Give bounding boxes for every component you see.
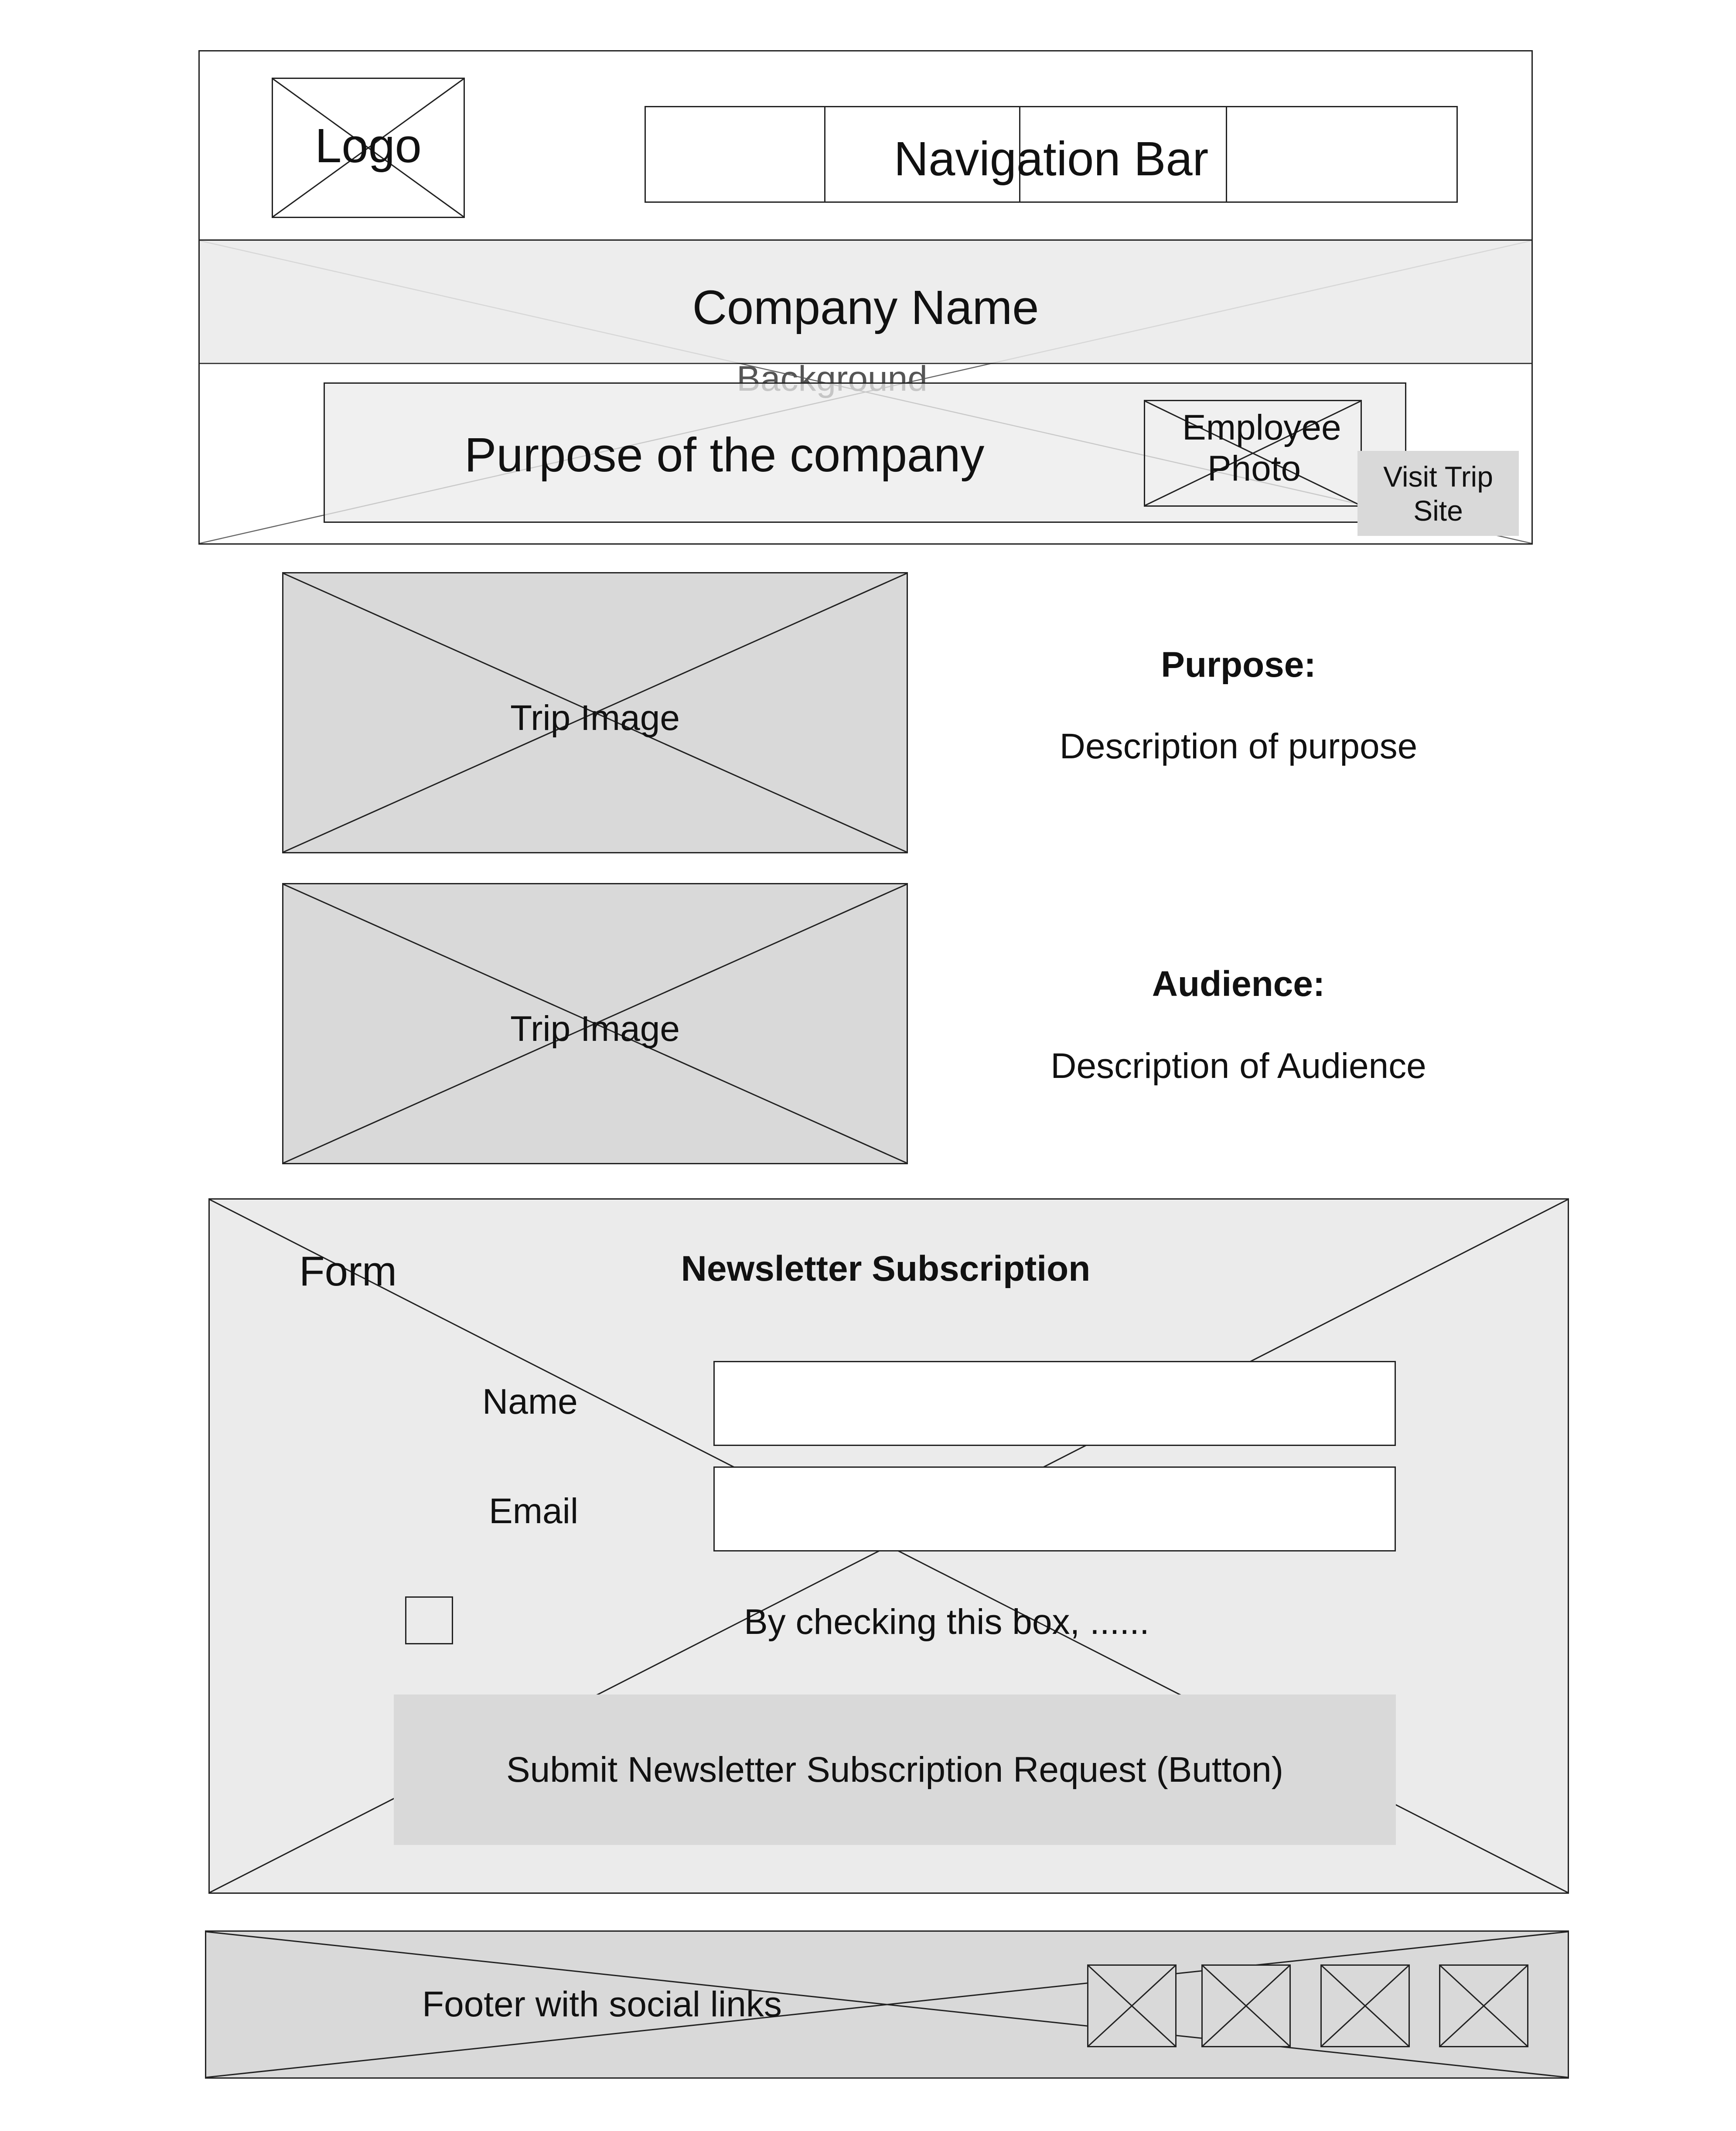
email-label: Email xyxy=(489,1491,579,1531)
consent-text: By checking this box, ...... xyxy=(744,1602,1149,1642)
trip-image-1: Trip Image xyxy=(282,572,908,853)
trip-image-label: Trip Image xyxy=(510,698,680,738)
purpose-of-company: Purpose of the company xyxy=(464,428,985,482)
employee-photo-placeholder: Employee Photo xyxy=(1144,400,1362,507)
employee-photo-label: Employee Photo xyxy=(1182,408,1341,488)
audience-heading: Audience: xyxy=(1152,964,1325,1004)
submit-subscription-button[interactable]: Submit Newsletter Subscription Request (… xyxy=(394,1695,1396,1845)
form-title: Newsletter Subscription xyxy=(681,1249,1091,1289)
trip-image-2: Trip Image xyxy=(282,883,908,1164)
social-icon[interactable] xyxy=(1201,1964,1291,2047)
newsletter-form: Form Newsletter Subscription Name Email … xyxy=(208,1198,1569,1894)
audience-description: Description of Audience xyxy=(1050,1046,1426,1086)
navigation-bar-label: Navigation Bar xyxy=(894,132,1209,186)
name-input[interactable] xyxy=(713,1361,1396,1446)
hero-section: Company Name Background Purpose of the c… xyxy=(198,239,1533,545)
consent-checkbox[interactable] xyxy=(405,1596,453,1644)
footer-label: Footer with social links xyxy=(422,1984,782,2024)
navigation-bar[interactable]: Navigation Bar xyxy=(645,106,1458,203)
purpose-description: Description of purpose xyxy=(1059,726,1418,766)
social-icon[interactable] xyxy=(1320,1964,1410,2047)
logo-label: Logo xyxy=(315,119,422,173)
logo-placeholder[interactable]: Logo xyxy=(272,78,465,218)
social-icon[interactable] xyxy=(1439,1964,1528,2047)
purpose-heading: Purpose: xyxy=(1161,645,1316,685)
form-label: Form xyxy=(299,1248,397,1295)
footer: Footer with social links xyxy=(205,1930,1569,2079)
header: Logo Navigation Bar xyxy=(198,50,1533,241)
visit-trip-site-button[interactable]: Visit Trip Site xyxy=(1357,451,1519,536)
purpose-panel: Purpose of the company Employee Photo xyxy=(324,382,1406,523)
social-icon[interactable] xyxy=(1087,1964,1177,2047)
visit-trip-site-label: Visit Trip Site xyxy=(1383,460,1493,527)
company-name: Company Name xyxy=(692,281,1039,334)
trip-image-label: Trip Image xyxy=(510,1009,680,1049)
email-input[interactable] xyxy=(713,1466,1396,1551)
name-label: Name xyxy=(482,1382,578,1422)
submit-subscription-label: Submit Newsletter Subscription Request (… xyxy=(506,1749,1284,1790)
